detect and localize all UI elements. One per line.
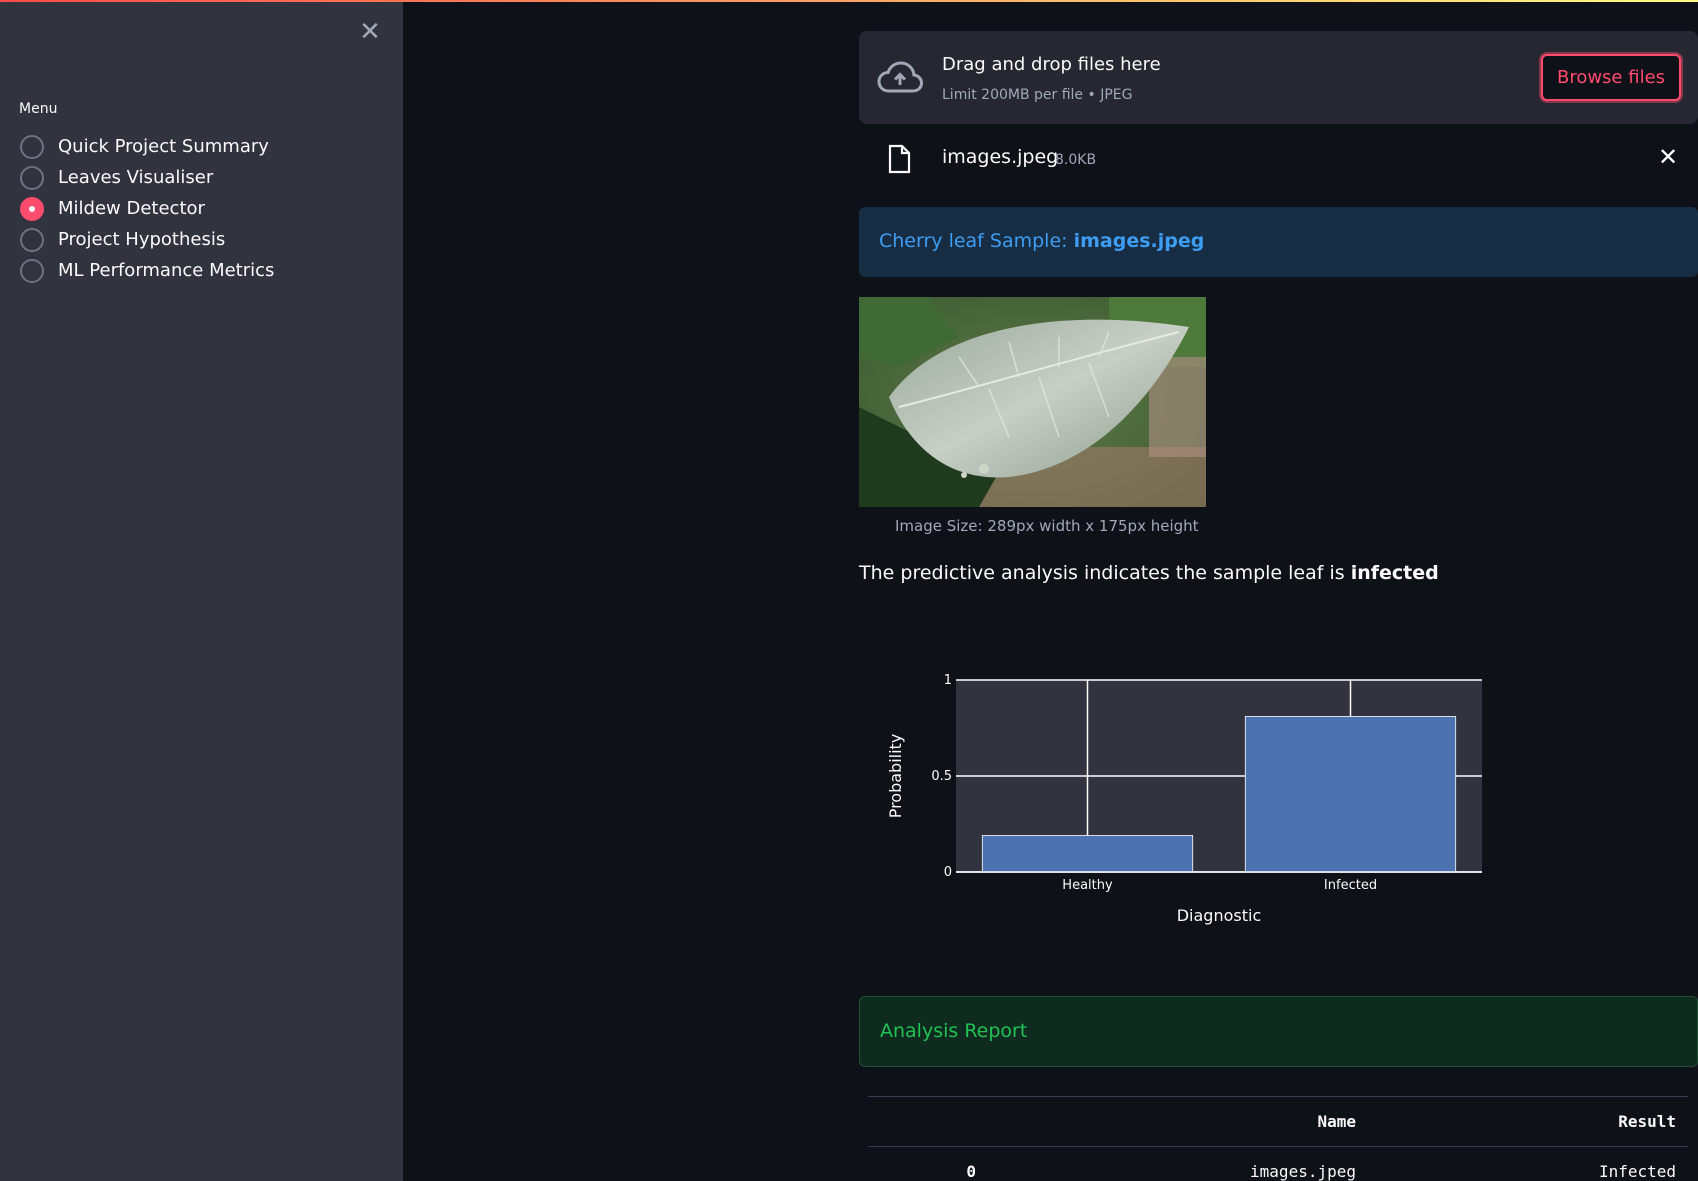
column-header-index bbox=[868, 1096, 988, 1147]
remove-file-icon[interactable]: ✕ bbox=[1655, 144, 1681, 170]
column-header-result: Result bbox=[1368, 1096, 1688, 1147]
menu-item-label: Leaves Visualiser bbox=[58, 167, 214, 188]
probability-bar-chart: 0 0.5 1 Healthy Infected Diagnostic Probabilit… bbox=[886, 673, 1482, 925]
analysis-report-table: Name Result 0 images.jpeg Infected bbox=[868, 1096, 1688, 1181]
radio-button-selected[interactable] bbox=[20, 196, 44, 221]
uploaded-file-size: 8.0KB bbox=[1055, 152, 1097, 168]
column-header-name: Name bbox=[988, 1096, 1368, 1147]
menu-item-leaves-visualiser[interactable]: Leaves Visualiser bbox=[20, 162, 274, 193]
uploaded-file-name: images.jpeg bbox=[942, 146, 1059, 168]
cloud-upload-icon bbox=[877, 61, 923, 93]
table-header-row: Name Result bbox=[868, 1096, 1688, 1147]
analysis-report-title: Analysis Report bbox=[880, 1020, 1028, 1042]
info-prefix: Cherry leaf Sample: bbox=[879, 230, 1074, 252]
file-uploader-dropzone[interactable]: Drag and drop files here Limit 200MB per… bbox=[859, 31, 1698, 124]
sidebar: ✕ Menu Quick Project Summary Leaves Visu… bbox=[0, 0, 403, 1181]
leaf-image-illustration bbox=[859, 297, 1206, 507]
radio-button[interactable] bbox=[20, 134, 44, 159]
radio-button[interactable] bbox=[20, 258, 44, 283]
chart-bar-infected bbox=[1244, 716, 1457, 873]
top-decoration-bar bbox=[0, 0, 1698, 2]
image-caption: Image Size: 289px width x 175px height bbox=[895, 517, 1199, 535]
row-result: Infected bbox=[1368, 1146, 1688, 1181]
upload-limit: Limit 200MB per file • JPEG bbox=[942, 87, 1133, 103]
browse-files-button[interactable]: Browse files bbox=[1541, 54, 1681, 101]
radio-button[interactable] bbox=[20, 227, 44, 252]
chart-y-axis-label: Probability bbox=[886, 734, 905, 819]
chart-y-tick-label: 0 bbox=[944, 865, 952, 880]
menu-item-label: Quick Project Summary bbox=[58, 136, 269, 157]
menu-item-project-hypothesis[interactable]: Project Hypothesis bbox=[20, 224, 274, 255]
prediction-prefix: The predictive analysis indicates the sa… bbox=[859, 562, 1351, 584]
chart-x-tick-label: Healthy bbox=[1062, 878, 1113, 893]
file-icon bbox=[888, 144, 911, 174]
menu-item-ml-performance-metrics[interactable]: ML Performance Metrics bbox=[20, 255, 274, 286]
chart-bar-healthy bbox=[981, 835, 1194, 873]
close-icon[interactable]: ✕ bbox=[356, 18, 384, 46]
row-name: images.jpeg bbox=[988, 1146, 1368, 1181]
info-filename: images.jpeg bbox=[1073, 230, 1205, 252]
info-alert: Cherry leaf Sample: images.jpeg bbox=[859, 207, 1698, 277]
chart-x-tick-label: Infected bbox=[1324, 878, 1377, 893]
menu-item-label: ML Performance Metrics bbox=[58, 260, 275, 281]
chart-y-tick-label: 0.5 bbox=[931, 769, 952, 784]
row-index: 0 bbox=[868, 1146, 988, 1181]
menu-label: Menu bbox=[19, 101, 58, 117]
menu-item-label: Project Hypothesis bbox=[58, 229, 226, 250]
upload-title: Drag and drop files here bbox=[942, 54, 1161, 75]
table-row: 0 images.jpeg Infected bbox=[868, 1146, 1688, 1181]
menu-item-quick-project-summary[interactable]: Quick Project Summary bbox=[20, 131, 274, 162]
prediction-text: The predictive analysis indicates the sa… bbox=[859, 562, 1439, 584]
prediction-result: infected bbox=[1350, 562, 1439, 584]
uploaded-file-row: images.jpeg 8.0KB ✕ bbox=[859, 140, 1698, 180]
radio-button[interactable] bbox=[20, 165, 44, 190]
menu-item-label: Mildew Detector bbox=[58, 198, 205, 219]
chart-x-axis-label: Diagnostic bbox=[1177, 906, 1262, 925]
menu-radio-group: Quick Project Summary Leaves Visualiser … bbox=[20, 131, 274, 286]
info-text: Cherry leaf Sample: images.jpeg bbox=[879, 230, 1204, 252]
leaf-sample-image bbox=[859, 297, 1206, 507]
success-alert: Analysis Report bbox=[859, 996, 1698, 1067]
chart-y-tick-label: 1 bbox=[944, 673, 952, 688]
menu-item-mildew-detector[interactable]: Mildew Detector bbox=[20, 193, 274, 224]
